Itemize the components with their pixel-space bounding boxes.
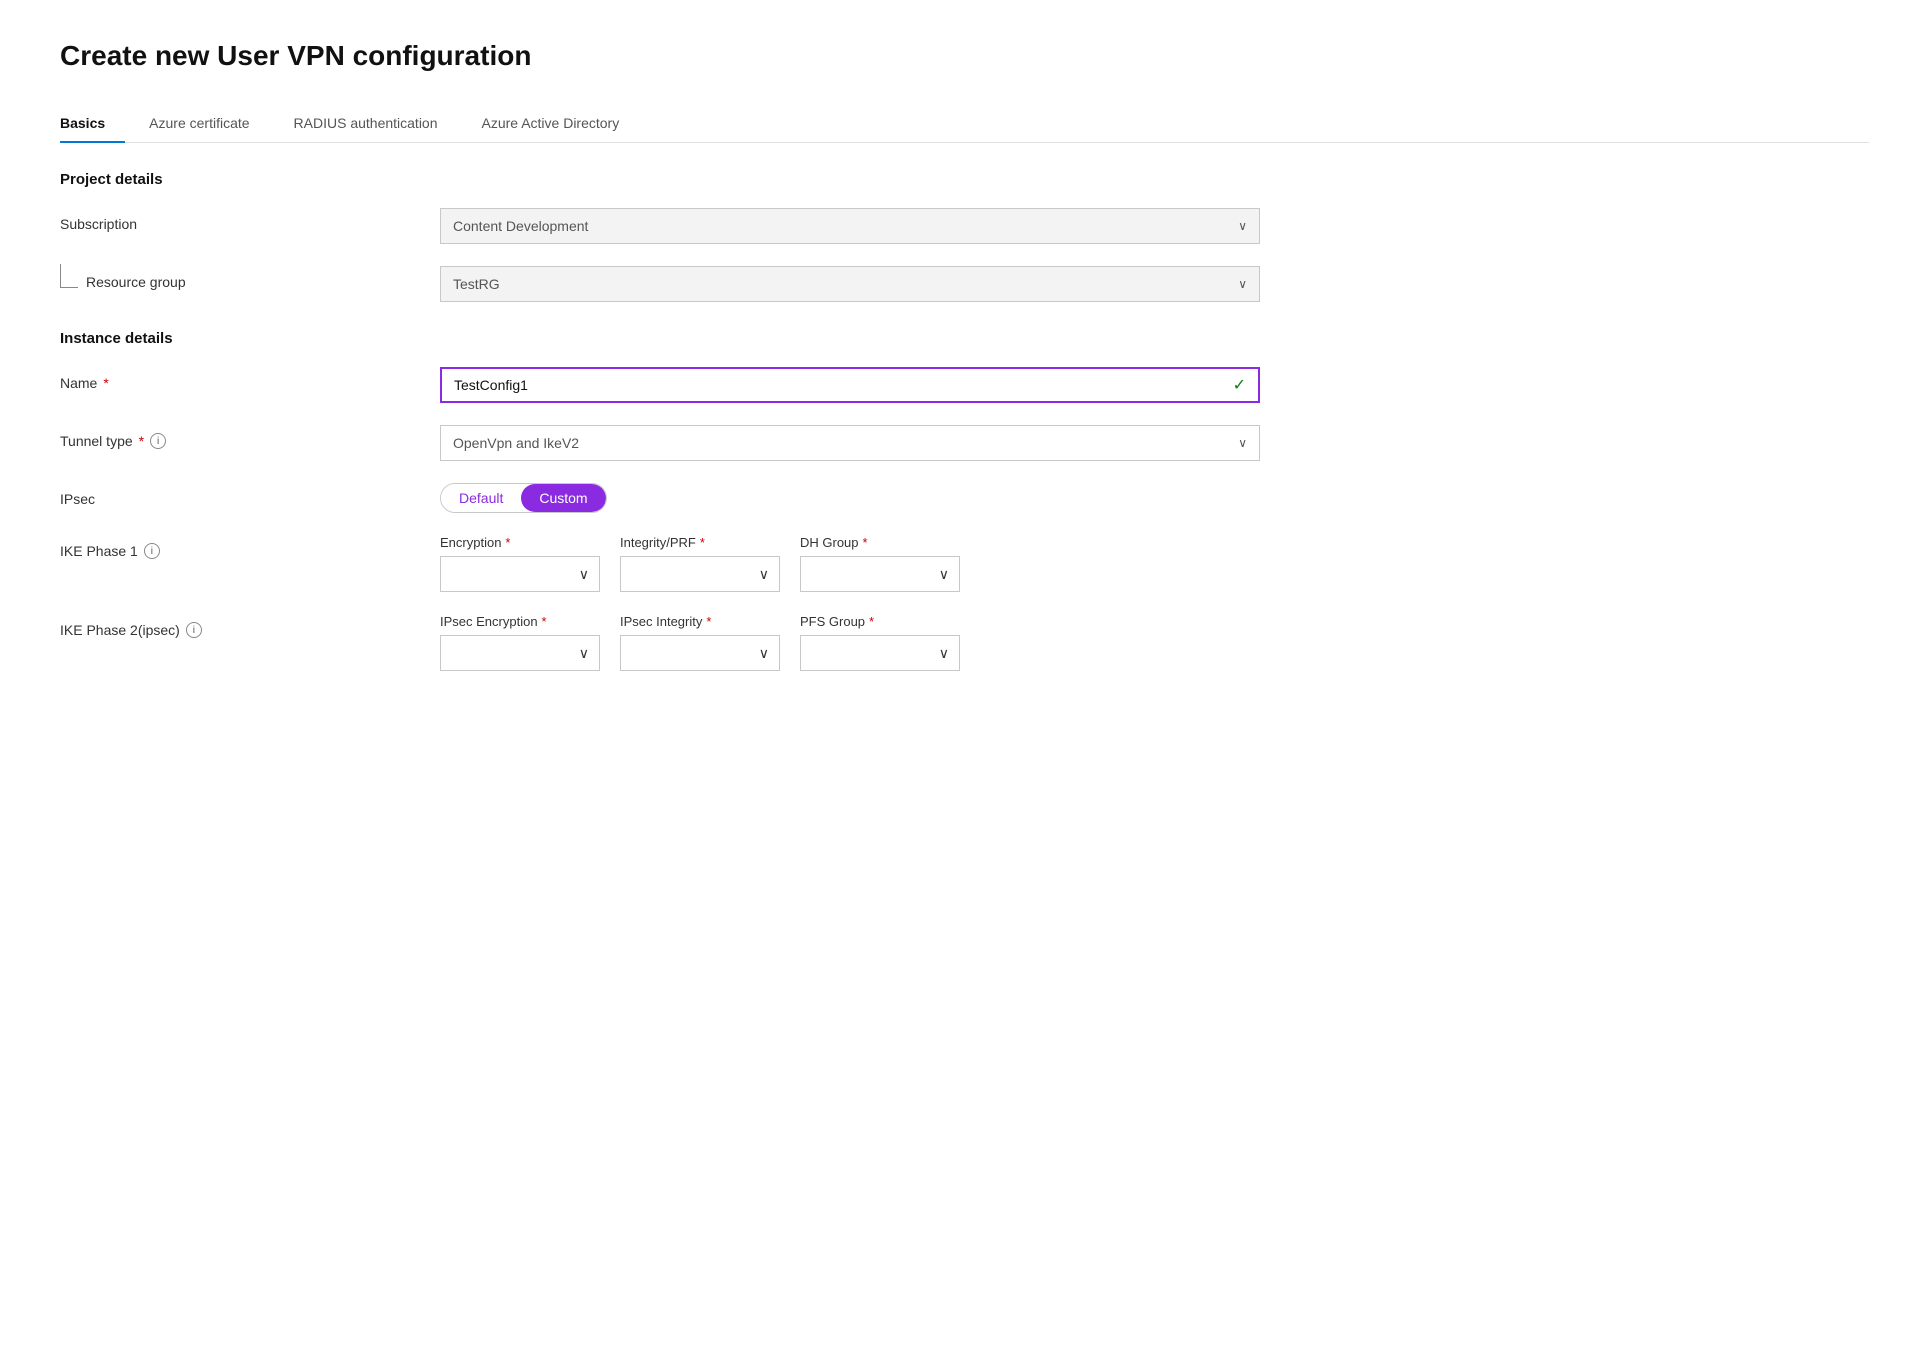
ipsec-control: Default Custom xyxy=(440,483,1260,513)
ike-phase1-row: IKE Phase 1 i Encryption * ∨ Integ xyxy=(60,535,1869,592)
ike-phase1-integrity-group: Integrity/PRF * ∨ xyxy=(620,535,780,592)
ike-phase1-encryption-chevron-icon: ∨ xyxy=(579,566,589,583)
resource-group-control: TestRG ∨ xyxy=(440,266,1260,302)
subscription-dropdown[interactable]: Content Development ∨ xyxy=(440,208,1260,244)
ike-phase2-pfs-group-chevron-icon: ∨ xyxy=(939,645,949,662)
resource-group-value: TestRG xyxy=(453,276,500,292)
tab-azure-certificate[interactable]: Azure certificate xyxy=(149,105,269,143)
tunnel-type-dropdown[interactable]: OpenVpn and IkeV2 ∨ xyxy=(440,425,1260,461)
ike-phase2-label: IKE Phase 2(ipsec) i xyxy=(60,614,440,638)
tunnel-type-label: Tunnel type * i xyxy=(60,425,440,449)
ike-phase2-ipsec-encryption-chevron-icon: ∨ xyxy=(579,645,589,662)
ike-phase1-dhgroup-group: DH Group * ∨ xyxy=(800,535,960,592)
ike-phase1-integrity-dropdown[interactable]: ∨ xyxy=(620,556,780,592)
ike-phase1-integrity-chevron-icon: ∨ xyxy=(759,566,769,583)
ike-phase2-ipsec-encryption-dropdown[interactable]: ∨ xyxy=(440,635,600,671)
ike-phase1-encryption-required: * xyxy=(505,535,510,550)
tunnel-type-required-indicator: * xyxy=(139,433,144,449)
ike-phase1-dhgroup-required: * xyxy=(863,535,868,550)
ike-phase1-label: IKE Phase 1 i xyxy=(60,535,440,559)
subscription-label: Subscription xyxy=(60,208,440,232)
ike-phase2-pfs-group-label: PFS Group * xyxy=(800,614,960,629)
ike-phase1-integrity-required: * xyxy=(700,535,705,550)
ike-phase2-fields: IPsec Encryption * ∨ IPsec Integrity * xyxy=(440,614,1260,671)
ike-phase1-encryption-group: Encryption * ∨ xyxy=(440,535,600,592)
ike-phase2-ipsec-integrity-group: IPsec Integrity * ∨ xyxy=(620,614,780,671)
ike-phase1-dhgroup-label: DH Group * xyxy=(800,535,960,550)
ike-phase2-row: IKE Phase 2(ipsec) i IPsec Encryption * … xyxy=(60,614,1869,671)
ike-phase2-ipsec-encryption-group: IPsec Encryption * ∨ xyxy=(440,614,600,671)
resource-group-chevron-icon: ∨ xyxy=(1238,277,1247,291)
subscription-control: Content Development ∨ xyxy=(440,208,1260,244)
ipsec-toggle[interactable]: Default Custom xyxy=(440,483,607,513)
ike-phase2-pfs-group-group: PFS Group * ∨ xyxy=(800,614,960,671)
tabs-nav: Basics Azure certificate RADIUS authenti… xyxy=(60,104,1869,143)
ike-phase1-encryption-dropdown[interactable]: ∨ xyxy=(440,556,600,592)
subscription-row: Subscription Content Development ∨ xyxy=(60,208,1869,244)
ike-phase1-control: Encryption * ∨ Integrity/PRF * xyxy=(440,535,1260,592)
instance-details-section: Instance details Name * TestConfig1 ✓ Tu… xyxy=(60,330,1869,671)
ipsec-default-button[interactable]: Default xyxy=(441,484,521,512)
tunnel-type-row: Tunnel type * i OpenVpn and IkeV2 ∨ xyxy=(60,425,1869,461)
ike-phase2-pfs-group-required: * xyxy=(869,614,874,629)
resource-group-label-wrap: Resource group xyxy=(60,266,440,290)
name-check-icon: ✓ xyxy=(1233,375,1246,395)
ike-phase2-ipsec-integrity-label: IPsec Integrity * xyxy=(620,614,780,629)
tunnel-type-chevron-icon: ∨ xyxy=(1238,436,1247,450)
ipsec-label: IPsec xyxy=(60,483,440,507)
resource-group-row: Resource group TestRG ∨ xyxy=(60,266,1869,302)
ike-phase1-info-icon[interactable]: i xyxy=(144,543,160,559)
ipsec-custom-button[interactable]: Custom xyxy=(521,484,605,512)
ipsec-row: IPsec Default Custom xyxy=(60,483,1869,513)
ike-phase2-control: IPsec Encryption * ∨ IPsec Integrity * xyxy=(440,614,1260,671)
name-value: TestConfig1 xyxy=(454,377,528,393)
ike-phase2-ipsec-integrity-dropdown[interactable]: ∨ xyxy=(620,635,780,671)
ike-phase2-ipsec-encryption-required: * xyxy=(542,614,547,629)
tab-azure-active-directory[interactable]: Azure Active Directory xyxy=(482,105,640,143)
ike-phase2-pfs-group-dropdown[interactable]: ∨ xyxy=(800,635,960,671)
ike-phase1-fields: Encryption * ∨ Integrity/PRF * xyxy=(440,535,1260,592)
tunnel-type-info-icon[interactable]: i xyxy=(150,433,166,449)
ike-phase2-info-icon[interactable]: i xyxy=(186,622,202,638)
ike-phase1-integrity-label: Integrity/PRF * xyxy=(620,535,780,550)
name-input[interactable]: TestConfig1 ✓ xyxy=(440,367,1260,403)
ike-phase1-encryption-label: Encryption * xyxy=(440,535,600,550)
ipsec-toggle-group: Default Custom xyxy=(440,483,1260,513)
name-row: Name * TestConfig1 ✓ xyxy=(60,367,1869,403)
page-title: Create new User VPN configuration xyxy=(60,40,1869,72)
tunnel-type-value: OpenVpn and IkeV2 xyxy=(453,435,579,451)
indent-line xyxy=(60,264,78,288)
project-details-title: Project details xyxy=(60,171,1869,188)
name-label: Name * xyxy=(60,367,440,391)
tab-radius-authentication[interactable]: RADIUS authentication xyxy=(294,105,458,143)
name-control: TestConfig1 ✓ xyxy=(440,367,1260,403)
resource-group-dropdown[interactable]: TestRG ∨ xyxy=(440,266,1260,302)
ike-phase2-ipsec-integrity-chevron-icon: ∨ xyxy=(759,645,769,662)
ike-phase1-dhgroup-chevron-icon: ∨ xyxy=(939,566,949,583)
ike-phase2-ipsec-integrity-required: * xyxy=(706,614,711,629)
project-details-section: Project details Subscription Content Dev… xyxy=(60,171,1869,302)
subscription-value: Content Development xyxy=(453,218,588,234)
ike-phase2-ipsec-encryption-label: IPsec Encryption * xyxy=(440,614,600,629)
name-required-indicator: * xyxy=(103,375,108,391)
subscription-chevron-icon: ∨ xyxy=(1238,219,1247,233)
ike-phase1-dhgroup-dropdown[interactable]: ∨ xyxy=(800,556,960,592)
instance-details-title: Instance details xyxy=(60,330,1869,347)
tab-basics[interactable]: Basics xyxy=(60,105,125,143)
tunnel-type-control: OpenVpn and IkeV2 ∨ xyxy=(440,425,1260,461)
